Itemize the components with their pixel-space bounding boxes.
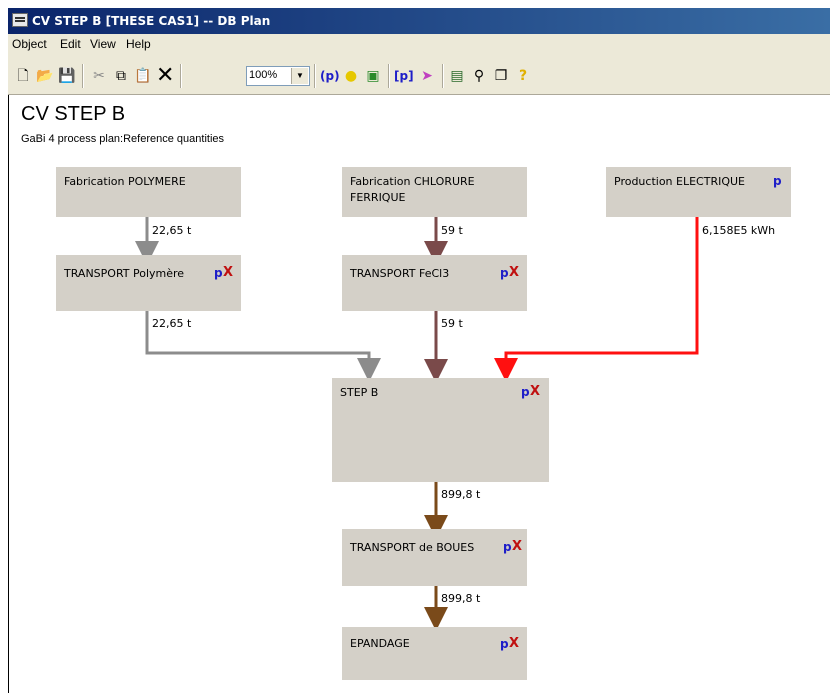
flow-label: 59 t <box>441 224 463 237</box>
toolbar-separator <box>442 64 444 88</box>
process-label: Fabrication POLYMERE <box>64 175 186 188</box>
flow-label: 59 t <box>441 317 463 330</box>
menu-help[interactable]: Help <box>126 37 151 51</box>
close-icon[interactable]: X <box>509 636 519 651</box>
process-p-icon[interactable]: p <box>214 266 223 280</box>
toolbar-separator <box>180 64 182 88</box>
flow-label: 899,8 t <box>441 592 481 605</box>
process-p-icon[interactable]: p <box>500 637 509 651</box>
process-box-chlorure[interactable]: Fabrication CHLORURE FERRIQUE <box>342 167 527 217</box>
zoom-value: 100% <box>249 69 278 81</box>
new-icon[interactable]: 🗋 <box>14 67 32 85</box>
process-label: Fabrication CHLORURE <box>350 175 475 188</box>
window-title: CV STEP B [THESE CAS1] -- DB Plan <box>32 14 271 28</box>
menu-object[interactable]: Object <box>12 37 47 51</box>
process-label-line2: FERRIQUE <box>350 191 406 204</box>
app-icon <box>12 13 28 27</box>
process-label: EPANDAGE <box>350 637 410 650</box>
flow-label: 899,8 t <box>441 488 481 501</box>
report-icon[interactable]: ▤ <box>448 67 466 85</box>
chevron-down-icon[interactable]: ▼ <box>291 68 308 84</box>
save-icon[interactable]: 💾 <box>58 67 76 85</box>
copy-icon[interactable]: ⧉ <box>112 67 130 85</box>
close-icon[interactable]: X <box>512 539 522 554</box>
toolbar-separator <box>82 64 84 88</box>
process-box-transport-fecl3[interactable]: TRANSPORT FeCl3 p X <box>342 255 527 311</box>
process-db-icon[interactable]: [p] <box>394 67 414 85</box>
help-icon[interactable]: ? <box>514 67 532 85</box>
cut-icon[interactable]: ✂ <box>90 67 108 85</box>
windows-icon[interactable]: ❐ <box>492 67 510 85</box>
process-box-electrique[interactable]: Production ELECTRIQUE p <box>606 167 791 217</box>
toolbar: 🗋 📂 💾 ✂ ⧉ 📋 ✕ 100% ▼ (p) ● ▣ [p] ➤ ▤ ⚲ ❐… <box>8 56 830 95</box>
open-icon[interactable]: 📂 <box>36 67 54 85</box>
paste-icon[interactable]: 📋 <box>134 67 152 85</box>
plan-icon[interactable]: ▣ <box>364 67 382 85</box>
process-p-icon[interactable]: p <box>773 174 782 188</box>
process-p-icon[interactable]: p <box>500 266 509 280</box>
process-p-icon[interactable]: p <box>503 540 512 554</box>
process-box-polymere[interactable]: Fabrication POLYMERE <box>56 167 241 217</box>
process-icon[interactable]: (p) <box>320 67 340 85</box>
process-label: TRANSPORT FeCl3 <box>350 267 450 280</box>
process-label: STEP B <box>340 386 379 399</box>
menu-view[interactable]: View <box>90 37 116 51</box>
plan-canvas: CV STEP B GaBi 4 process plan:Reference … <box>8 95 830 693</box>
app-window: CV STEP B [THESE CAS1] -- DB Plan Object… <box>0 0 830 693</box>
menu-edit[interactable]: Edit <box>60 37 81 51</box>
toolbar-separator <box>314 64 316 88</box>
process-label: TRANSPORT de BOUES <box>350 541 475 554</box>
process-p-icon[interactable]: p <box>521 385 530 399</box>
process-box-transport-boues[interactable]: TRANSPORT de BOUES p X <box>342 529 527 586</box>
zoom-select[interactable]: 100% ▼ <box>246 66 310 86</box>
process-box-step-b[interactable]: STEP B p X <box>332 378 549 482</box>
flow-arrow-icon[interactable]: ➤ <box>418 67 436 85</box>
process-box-transport-polymere[interactable]: TRANSPORT Polymère p X <box>56 255 241 311</box>
process-label: TRANSPORT Polymère <box>64 267 185 280</box>
lightbulb-icon[interactable]: ● <box>342 67 360 85</box>
close-icon[interactable]: X <box>223 265 233 280</box>
flow-label: 22,65 t <box>152 224 192 237</box>
toolbar-separator <box>388 64 390 88</box>
flow-arrow-electricity <box>494 217 699 382</box>
close-icon[interactable]: X <box>530 384 540 399</box>
process-box-epandage[interactable]: EPANDAGE p X <box>342 627 527 680</box>
menu-bar: Object Edit View Help <box>8 34 830 56</box>
title-bar: CV STEP B [THESE CAS1] -- DB Plan <box>8 8 830 34</box>
flow-label: 22,65 t <box>152 317 192 330</box>
flow-label: 6,158E5 kWh <box>702 224 776 237</box>
close-icon[interactable]: X <box>509 265 519 280</box>
find-icon[interactable]: ⚲ <box>470 67 488 85</box>
process-label: Production ELECTRIQUE <box>614 175 745 188</box>
delete-icon[interactable]: ✕ <box>156 65 174 87</box>
